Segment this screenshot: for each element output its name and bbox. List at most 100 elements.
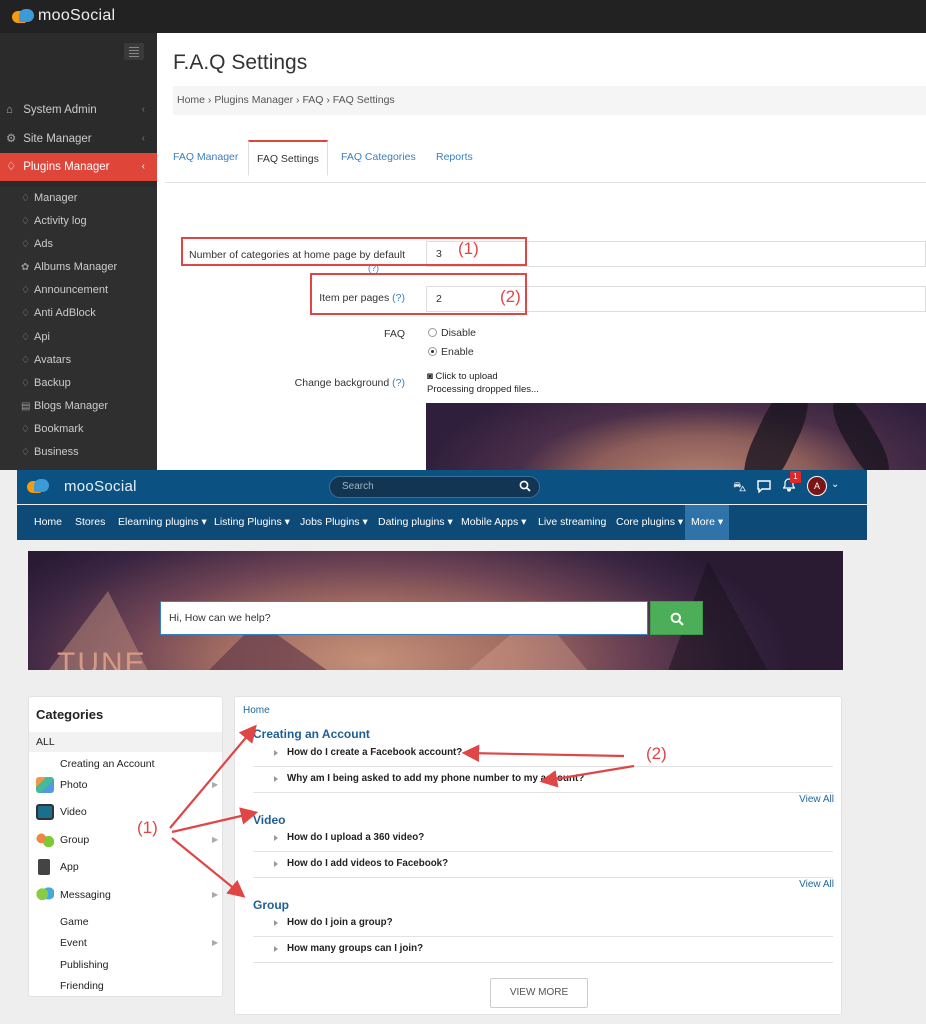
front-nav: Home Stores Elearning plugins ▾ Listing … — [17, 505, 867, 540]
caret-right-icon — [274, 776, 278, 782]
front-header: mooSocial Search ⛍ 1 A ⌄ — [17, 470, 867, 504]
category-game[interactable]: Game — [29, 911, 222, 933]
category-creating-an-account[interactable]: Creating an Account — [29, 753, 222, 775]
sidebar-item-backup[interactable]: ♢ Backup — [0, 372, 157, 395]
faq-label: FAQ — [383, 328, 405, 340]
tab-reports[interactable]: Reports — [428, 140, 481, 176]
background-label: Change background (?) — [294, 377, 405, 389]
chevron-left-icon: ‹ — [141, 161, 145, 172]
admin-main: F.A.Q Settings Home › Plugins Manager › … — [157, 33, 926, 470]
category-group[interactable]: Group ▶ — [29, 829, 222, 851]
faq-radio-disable[interactable]: Disable — [428, 327, 476, 339]
nav-mobile-apps[interactable]: Mobile Apps ▾ — [461, 505, 526, 540]
chat-icon[interactable] — [757, 480, 771, 493]
background-help-link[interactable]: (?) — [392, 377, 405, 389]
sidebar-item-activity-log[interactable]: ♢ Activity log — [0, 210, 157, 233]
view-all-link[interactable]: View All — [799, 879, 834, 890]
sidebar-item-ads[interactable]: ♢ Ads — [0, 233, 157, 256]
sidebar-item-manager[interactable]: ♢ Manager — [0, 187, 157, 210]
home-icon: ⌂ — [6, 104, 13, 116]
processing-text: Processing dropped files... — [427, 384, 539, 395]
sidebar-item-api[interactable]: ♢ Api — [0, 326, 157, 349]
cart-icon[interactable]: ⛍ — [733, 479, 746, 497]
sidebar-item-blogs-manager[interactable]: ▤ Blogs Manager — [0, 395, 157, 418]
tag-icon: ♢ — [21, 193, 30, 204]
chevron-right-icon: ▶ — [212, 780, 219, 789]
sidebar-item-business[interactable]: ♢ Business — [0, 441, 157, 464]
chevron-left-icon: ‹ — [141, 133, 145, 144]
annotation-label-1: (1) — [458, 239, 479, 258]
view-all-link[interactable]: View All — [799, 794, 834, 805]
admin-brand: mooSocial — [38, 7, 116, 24]
faq-question[interactable]: How do I join a group? — [253, 911, 833, 937]
sidebar-item-avatars[interactable]: ♢ Avatars — [0, 349, 157, 372]
header-search-input[interactable]: Search — [329, 476, 540, 498]
sidebar-section-plugins-manager[interactable]: ♢ Plugins Manager ‹ — [0, 153, 157, 181]
faq-question[interactable]: How do I create a Facebook account? — [253, 741, 833, 767]
nav-home[interactable]: Home — [34, 505, 62, 540]
category-app[interactable]: App — [29, 856, 222, 878]
avatar[interactable]: A — [807, 476, 827, 496]
faq-question[interactable]: How do I add videos to Facebook? — [253, 852, 833, 878]
moosocial-logo-icon[interactable] — [27, 479, 49, 495]
sidebar-toggle-icon[interactable] — [124, 43, 144, 60]
nav-listing-plugins[interactable]: Listing Plugins ▾ — [214, 505, 290, 540]
nav-elearning-plugins[interactable]: Elearning plugins ▾ — [118, 505, 207, 540]
faq-question[interactable]: How many groups can I join? — [253, 937, 833, 963]
categories-title: Categories — [36, 707, 104, 722]
chevron-down-icon[interactable]: ⌄ — [831, 479, 839, 490]
help-search-button[interactable] — [650, 601, 703, 635]
help-search-input[interactable]: Hi, How can we help? — [160, 601, 648, 635]
faq-question[interactable]: Why am I being asked to add my phone num… — [253, 767, 833, 793]
hero-banner: TUNE Hi, How can we help? — [28, 551, 843, 670]
category-messaging[interactable]: Messaging ▶ — [29, 884, 222, 906]
tab-faq-settings[interactable]: FAQ Settings — [248, 140, 328, 176]
chevron-right-icon: ▶ — [212, 938, 219, 947]
sidebar-section-site-manager[interactable]: ⚙ Site Manager ‹ — [0, 125, 157, 153]
faq-question[interactable]: How do I upload a 360 video? — [253, 826, 833, 852]
category-video[interactable]: Video — [29, 801, 222, 823]
chevron-left-icon: ‹ — [141, 104, 145, 115]
tag-icon: ♢ — [21, 423, 30, 435]
faq-group-title-video[interactable]: Video — [253, 813, 285, 827]
faq-group-title-creating-account[interactable]: Creating an Account — [253, 727, 370, 741]
nav-core-plugins[interactable]: Core plugins ▾ — [616, 505, 683, 540]
nav-stores[interactable]: Stores — [75, 505, 105, 540]
sidebar-item-bookmark[interactable]: ♢ Bookmark — [0, 418, 157, 441]
tab-faq-categories[interactable]: FAQ Categories — [333, 140, 424, 176]
plugins-submenu: ♢ Manager ♢ Activity log ♢ Ads ✿ Albums Mana… — [0, 187, 157, 470]
front-brand[interactable]: mooSocial — [64, 478, 137, 495]
nav-jobs-plugins[interactable]: Jobs Plugins ▾ — [300, 505, 368, 540]
upload-button[interactable]: ◙ Click to upload — [427, 371, 498, 382]
radio-checked-icon — [428, 347, 437, 356]
search-icon[interactable] — [519, 480, 531, 492]
tabs-divider — [165, 182, 926, 183]
view-more-button[interactable]: VIEW MORE — [490, 978, 588, 1008]
category-event[interactable]: Event ▶ — [29, 932, 222, 954]
nav-live-streaming[interactable]: Live streaming — [538, 505, 606, 540]
sidebar-item-albums-manager[interactable]: ✿ Albums Manager — [0, 256, 157, 279]
sidebar-section-system-admin[interactable]: ⌂ System Admin ‹ — [0, 96, 157, 124]
faq-group-title-group[interactable]: Group — [253, 898, 289, 912]
caret-right-icon — [274, 920, 278, 926]
category-photo[interactable]: Photo ▶ — [29, 774, 222, 796]
annotation-box-2 — [310, 273, 527, 315]
app-icon — [38, 859, 50, 875]
moosocial-logo-icon — [12, 9, 34, 25]
tag-icon: ♢ — [21, 308, 30, 320]
category-publishing[interactable]: Publishing — [29, 954, 222, 976]
faq-breadcrumb-home[interactable]: Home — [243, 705, 270, 716]
nav-more[interactable]: More ▾ — [685, 505, 730, 540]
category-friending[interactable]: Friending — [29, 975, 222, 997]
tab-faq-manager[interactable]: FAQ Manager — [165, 140, 246, 176]
faq-radio-enable[interactable]: Enable — [428, 346, 474, 358]
admin-sidebar: ⌂ System Admin ‹ ⚙ Site Manager ‹ ♢ Plug… — [0, 33, 157, 470]
nav-dating-plugins[interactable]: Dating plugins ▾ — [378, 505, 453, 540]
category-all[interactable]: ALL — [29, 732, 222, 752]
sidebar-item-anti-adblock[interactable]: ♢ Anti AdBlock — [0, 302, 157, 325]
sidebar-item-announcement[interactable]: ♢ Announcement — [0, 279, 157, 302]
caret-right-icon — [274, 946, 278, 952]
background-preview-image — [426, 403, 926, 470]
tag-icon: ♢ — [21, 354, 30, 366]
page-title: F.A.Q Settings — [173, 51, 308, 74]
